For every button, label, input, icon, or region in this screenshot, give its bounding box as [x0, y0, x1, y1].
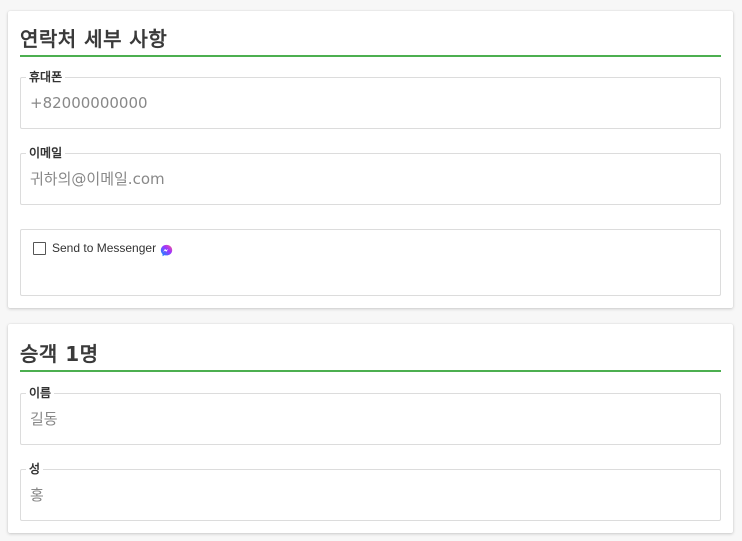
first-name-input[interactable] [30, 410, 710, 428]
messenger-option-box: Send to Messenger [20, 229, 721, 296]
title-underline [20, 370, 721, 372]
email-input[interactable] [30, 170, 710, 188]
send-to-messenger-option[interactable]: Send to Messenger [33, 241, 173, 256]
email-label: 이메일 [26, 145, 66, 161]
send-to-messenger-label: Send to Messenger [52, 241, 157, 255]
title-underline [20, 55, 721, 57]
contact-details-title: 연락처 세부 사항 [20, 27, 168, 51]
email-field: 이메일 [20, 145, 721, 205]
first-name-field: 이름 [20, 385, 721, 445]
messenger-icon [160, 242, 173, 256]
send-to-messenger-checkbox[interactable] [33, 241, 46, 255]
contact-details-card: 연락처 세부 사항 휴대폰 이메일 Send to Messenger [8, 11, 733, 308]
last-name-input[interactable] [30, 486, 710, 504]
last-name-label: 성 [26, 461, 44, 477]
phone-input[interactable] [30, 94, 710, 112]
passenger-card: 승객 1명 이름 성 [8, 324, 733, 533]
first-name-label: 이름 [26, 385, 55, 401]
passenger-title: 승객 1명 [20, 342, 99, 366]
last-name-field: 성 [20, 461, 721, 521]
phone-label: 휴대폰 [26, 69, 66, 85]
phone-field: 휴대폰 [20, 69, 721, 129]
